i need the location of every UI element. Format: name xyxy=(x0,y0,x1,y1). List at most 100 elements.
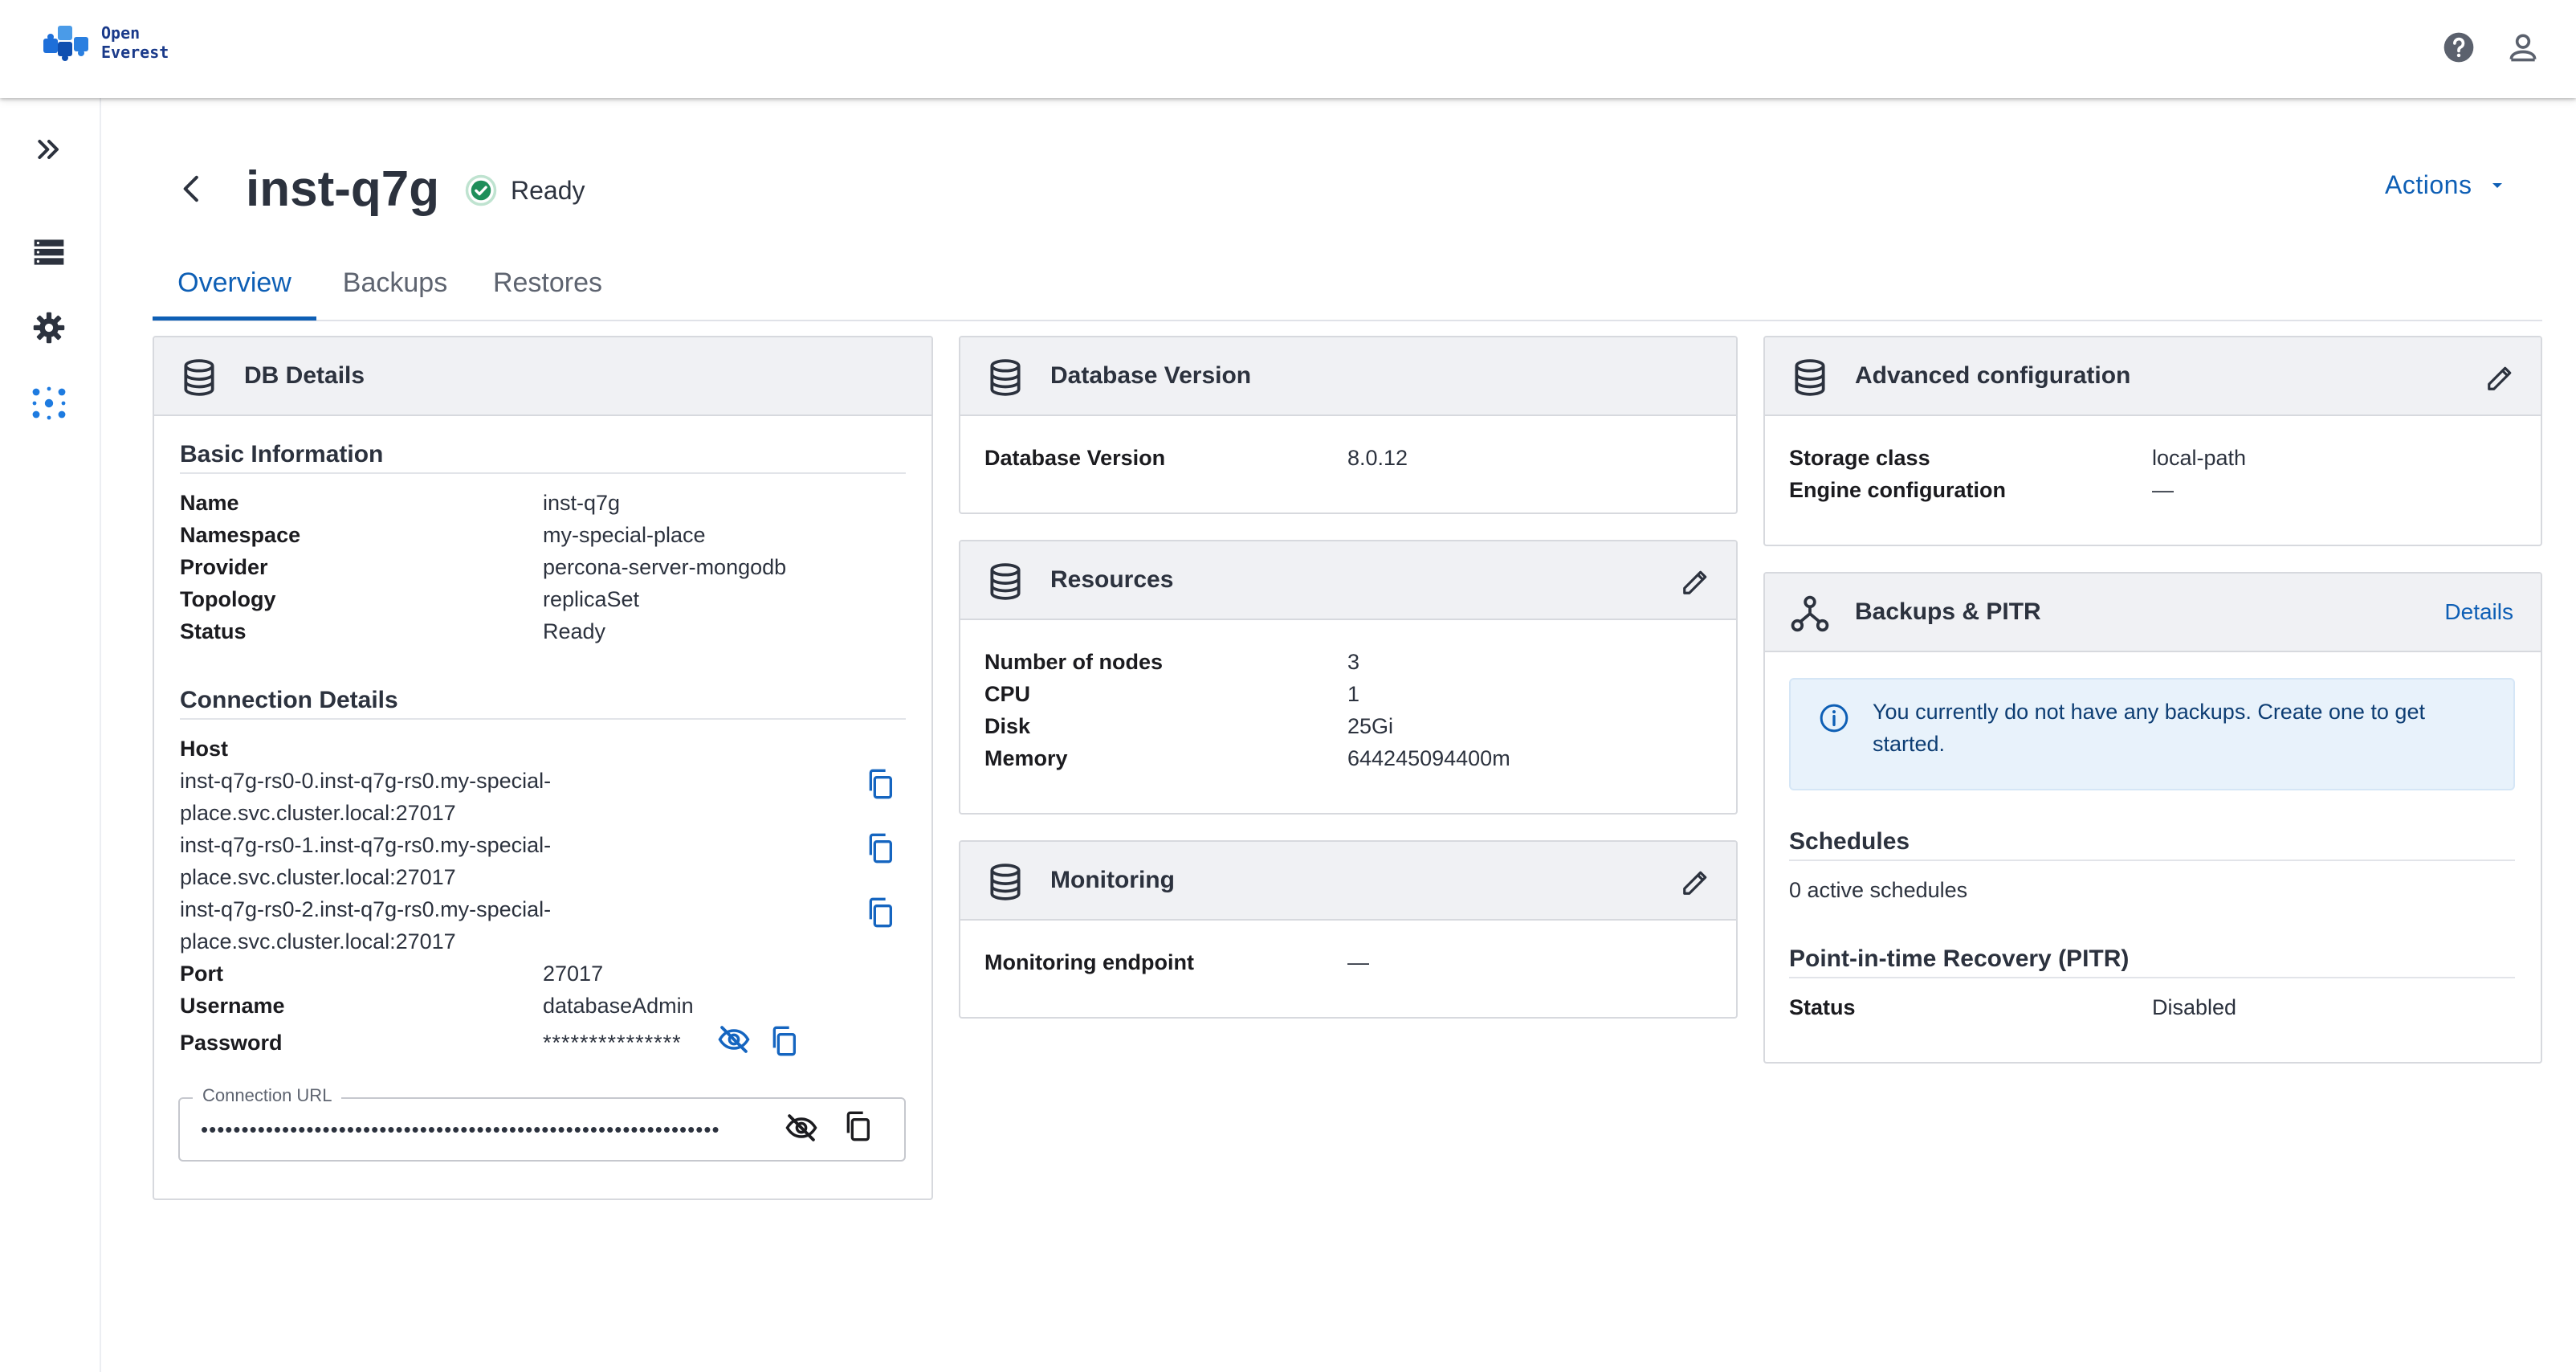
provider-value: percona-server-mongodb xyxy=(543,555,787,579)
help-button[interactable] xyxy=(2438,27,2480,68)
backups-details-link[interactable]: Details xyxy=(2444,598,2513,627)
host-2-line-1: inst-q7g-rs0-2.inst-q7g-rs0.my-special- xyxy=(180,897,552,921)
no-backups-alert: You currently do not have any backups. C… xyxy=(1789,678,2515,790)
monitoring-endpoint-value: — xyxy=(1347,950,1369,974)
pitr-status-value: Disabled xyxy=(2152,995,2237,1019)
tabs: Overview Backups Restores xyxy=(153,257,2542,321)
backups-pitr-title: Backups & PITR xyxy=(1855,598,2041,625)
actions-menu-button[interactable]: Actions xyxy=(2385,170,2507,200)
database-version-label: Database Version xyxy=(984,446,1166,470)
name-label: Name xyxy=(180,491,239,515)
basic-information-title: Basic Information xyxy=(180,441,384,468)
copy-password-button[interactable] xyxy=(766,1023,801,1059)
disk-value: 25Gi xyxy=(1347,714,1394,738)
monitoring-header: Monitoring xyxy=(960,842,1736,921)
name-value: inst-q7g xyxy=(543,491,621,515)
pencil-icon xyxy=(1683,871,1707,895)
database-icon xyxy=(1789,357,1831,398)
copy-icon xyxy=(869,897,892,928)
page-title: inst-q7g xyxy=(246,161,440,217)
schedules-text: 0 active schedules xyxy=(1789,878,1968,902)
password-value: *************** xyxy=(543,1031,682,1055)
database-icon xyxy=(178,357,220,398)
database-list-icon xyxy=(34,239,64,265)
resources-title: Resources xyxy=(1050,566,1174,593)
gear-icon xyxy=(33,312,65,344)
database-icon xyxy=(984,561,1026,602)
sidebar xyxy=(0,98,101,1372)
chevron-left-icon xyxy=(183,175,198,202)
help-circle-icon xyxy=(2444,32,2474,63)
toggle-url-visibility-button[interactable] xyxy=(784,1110,819,1145)
double-chevron-right-icon xyxy=(38,140,59,159)
eye-off-icon xyxy=(785,1114,817,1141)
connection-url-value: ••••••••••••••••••••••••••••••••••••••••… xyxy=(201,1117,720,1141)
sidebar-expand-button[interactable] xyxy=(26,127,71,172)
copy-host-0-button[interactable] xyxy=(862,766,898,802)
copy-host-1-button[interactable] xyxy=(862,831,898,866)
edit-advanced-configuration-button[interactable] xyxy=(2483,360,2518,395)
pitr-divider xyxy=(1789,977,2515,978)
engine-configuration-label: Engine configuration xyxy=(1789,478,2006,502)
pencil-icon xyxy=(1683,570,1707,594)
logo-line-1: Open xyxy=(101,23,141,43)
database-version-header: Database Version xyxy=(960,337,1736,416)
status-badge: Ready xyxy=(464,174,585,207)
check-circle-icon xyxy=(465,174,497,206)
toggle-password-visibility-button[interactable] xyxy=(716,1022,752,1057)
db-details-title: DB Details xyxy=(244,362,365,389)
status-text: Ready xyxy=(511,175,585,205)
host-0-line-2: place.svc.cluster.local:27017 xyxy=(180,801,456,825)
tab-restores[interactable]: Restores xyxy=(475,257,620,320)
username-value: databaseAdmin xyxy=(543,994,694,1018)
edit-resources-button[interactable] xyxy=(1678,564,1714,599)
backups-pitr-card: Backups & PITR Details xyxy=(1763,572,2542,1064)
nodes-label: Number of nodes xyxy=(984,650,1164,674)
sidebar-item-databases[interactable] xyxy=(26,230,71,275)
advanced-configuration-title: Advanced configuration xyxy=(1855,362,2131,389)
tab-backups[interactable]: Backups xyxy=(323,257,467,320)
basic-information-divider xyxy=(180,472,906,474)
port-label: Port xyxy=(180,962,223,986)
namespace-label: Namespace xyxy=(180,523,301,547)
caret-down-icon xyxy=(2492,182,2503,188)
logo-line-2: Everest xyxy=(101,43,169,62)
puzzle-logo-icon xyxy=(43,26,88,61)
account-icon xyxy=(2509,34,2537,62)
tab-overview[interactable]: Overview xyxy=(153,257,316,320)
host-label: Host xyxy=(180,737,228,761)
sidebar-item-settings[interactable] xyxy=(26,305,71,350)
back-button[interactable] xyxy=(170,167,214,210)
eye-off-icon xyxy=(718,1026,750,1053)
db-details-header: DB Details xyxy=(154,337,931,416)
database-icon xyxy=(984,861,1026,903)
monitoring-card: Monitoring xyxy=(959,840,1738,1019)
sidebar-item-clusters[interactable] xyxy=(26,381,71,426)
advanced-configuration-header: Advanced configuration xyxy=(1765,337,2541,416)
logo-text: Open Everest xyxy=(101,23,169,62)
database-version-value: 8.0.12 xyxy=(1347,446,1408,470)
open-everest-logo[interactable]: Open Everest xyxy=(40,21,169,64)
schedules-title: Schedules xyxy=(1789,828,1910,855)
backups-pitr-header: Backups & PITR Details xyxy=(1765,574,2541,652)
provider-label: Provider xyxy=(180,555,268,579)
account-button[interactable] xyxy=(2502,27,2544,68)
resources-header: Resources xyxy=(960,541,1736,620)
copy-url-button[interactable] xyxy=(840,1109,875,1144)
namespace-value: my-special-place xyxy=(543,523,706,547)
cpu-label: CPU xyxy=(984,682,1031,706)
copy-icon xyxy=(772,1026,796,1056)
username-label: Username xyxy=(180,994,285,1018)
password-label: Password xyxy=(180,1031,283,1055)
topology-label: Topology xyxy=(180,587,276,611)
database-icon xyxy=(984,357,1026,398)
edit-monitoring-button[interactable] xyxy=(1678,864,1714,900)
alert-text: You currently do not have any backups. C… xyxy=(1873,700,2425,756)
connection-details-title: Connection Details xyxy=(180,687,398,713)
top-bar: Open Everest xyxy=(0,0,2576,98)
pencil-icon xyxy=(2488,366,2512,390)
copy-host-2-button[interactable] xyxy=(862,895,898,930)
storage-class-label: Storage class xyxy=(1789,446,1930,470)
status-label: Status xyxy=(180,619,247,643)
database-version-card: Database Version xyxy=(959,336,1738,514)
